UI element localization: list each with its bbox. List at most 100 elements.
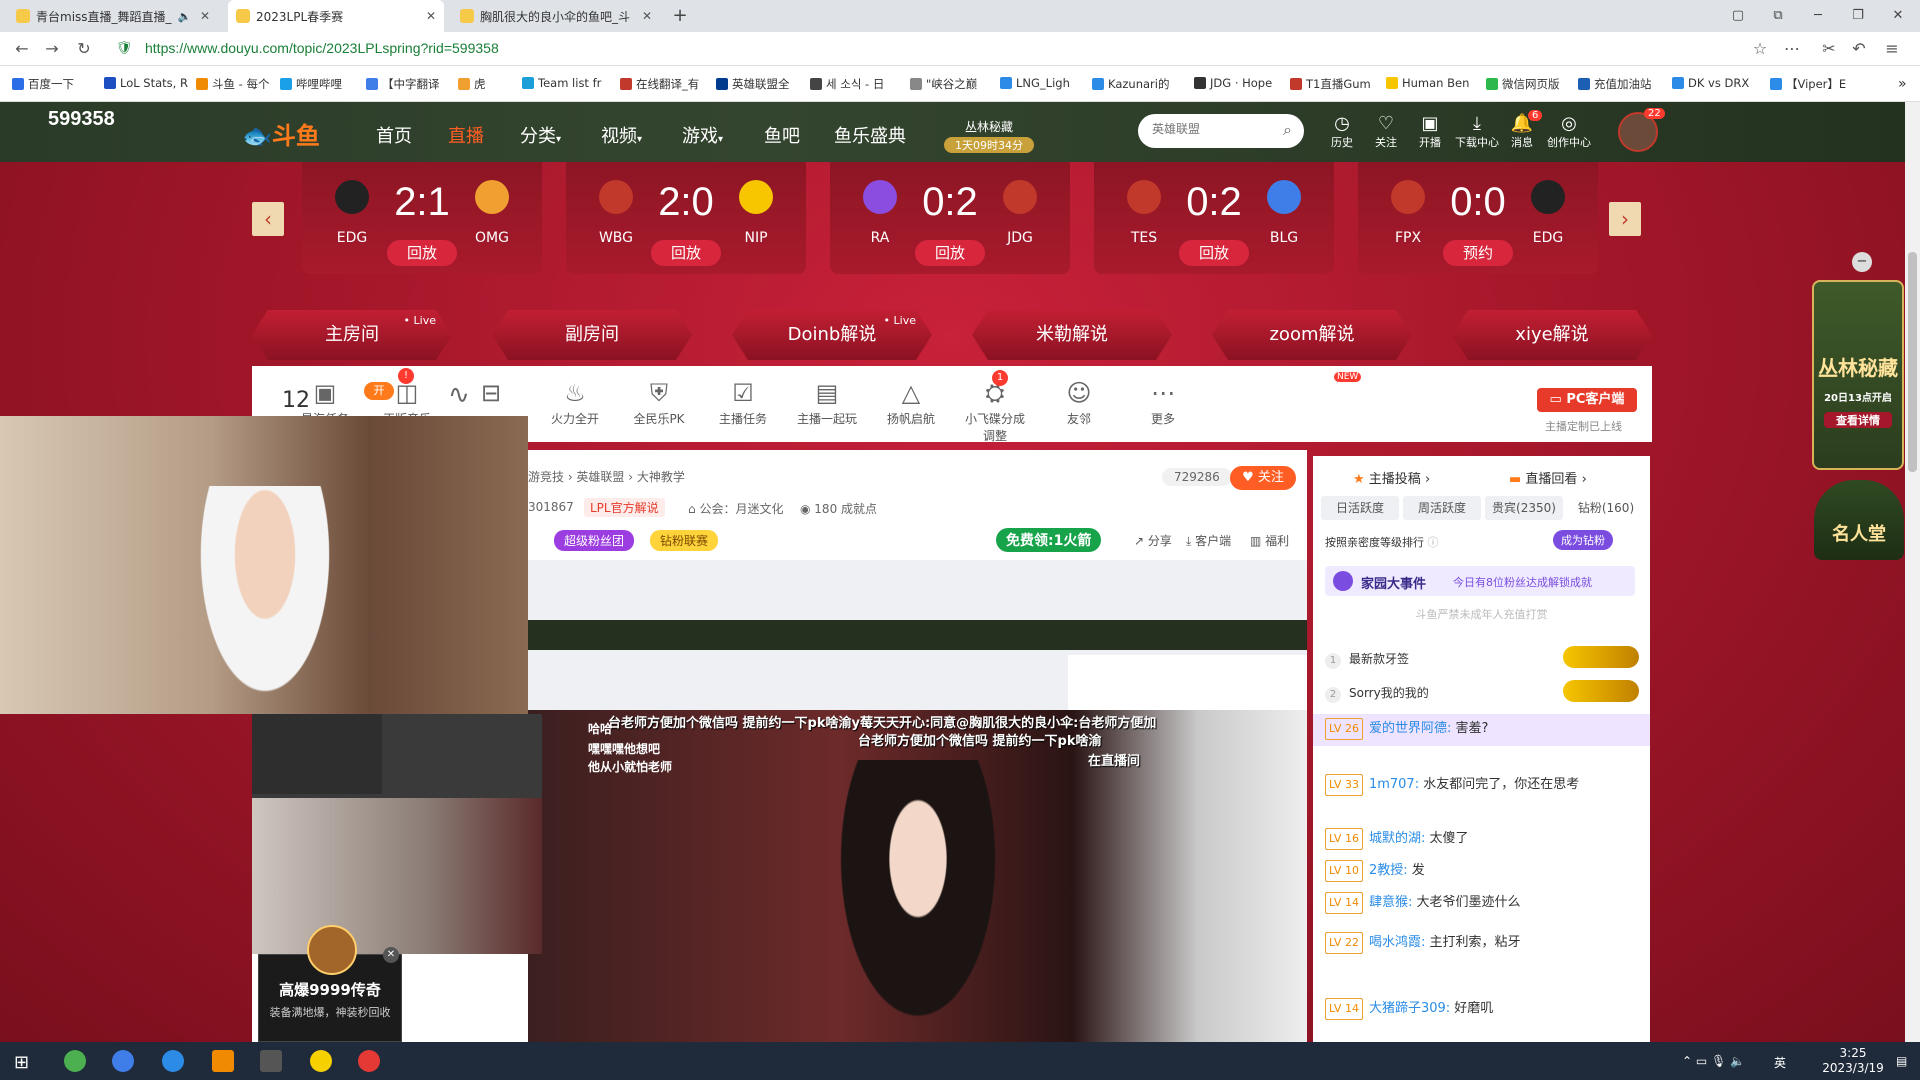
message-button[interactable]: 🔔 消息 6 <box>1502 110 1543 150</box>
close-icon[interactable]: ✕ <box>636 9 652 23</box>
folder-app-icon[interactable] <box>212 1050 234 1072</box>
collapse-icon[interactable]: − <box>1852 252 1872 272</box>
next-arrow-icon[interactable]: › <box>1609 202 1641 236</box>
ime-indicator[interactable]: 英 <box>1774 1054 1786 1071</box>
bookmark-item[interactable]: "峡谷之巅 <box>910 76 977 92</box>
menu-dots-icon[interactable]: ⋯ <box>1780 37 1804 61</box>
replay-button[interactable]: 回放 <box>915 240 985 266</box>
room-tab[interactable]: zoom解说 <box>1212 310 1412 360</box>
close-icon[interactable]: ✕ <box>194 9 210 23</box>
chat-username[interactable]: 爱的世界阿德: <box>1369 721 1451 736</box>
close-icon[interactable]: ✕ <box>383 947 399 963</box>
room-tab[interactable]: 主房间 • Live <box>252 310 452 360</box>
url-field[interactable]: https://www.douyu.com/topic/2023LPLsprin… <box>145 40 499 56</box>
douyu-logo[interactable]: 🐟斗鱼 <box>242 116 320 151</box>
bookmark-item[interactable]: Team list fr <box>522 76 601 90</box>
hamburger-icon[interactable]: ≡ <box>1880 37 1904 61</box>
scroll-thumb[interactable] <box>1908 252 1917 472</box>
close-icon[interactable]: ✕ <box>420 9 436 23</box>
back-icon[interactable]: ← <box>10 37 34 61</box>
notification-icon[interactable]: ▤ <box>1896 1054 1907 1068</box>
nav-festival[interactable]: 鱼乐盛典 <box>834 122 906 148</box>
search-input[interactable] <box>1152 122 1272 136</box>
bookmark-item[interactable]: LoL Stats, R <box>104 76 188 90</box>
replay-button[interactable]: 预约 <box>1443 240 1513 266</box>
browser-icon[interactable] <box>112 1050 134 1072</box>
tool-more[interactable]: ⋯ 更多 <box>1128 376 1198 427</box>
chat-username[interactable]: 城默的湖: <box>1369 831 1425 846</box>
window-app-icon[interactable] <box>260 1050 282 1072</box>
browser-tab[interactable]: 胸肌很大的良小伞的鱼吧_斗 ✕ <box>452 0 660 32</box>
rank-tab[interactable]: 日活跃度 <box>1321 496 1399 520</box>
tool-fire[interactable]: ♨ 火力全开 <box>540 376 610 427</box>
history-button[interactable]: ◷ 历史 <box>1322 114 1362 150</box>
forward-icon[interactable]: → <box>40 37 64 61</box>
become-diamond-button[interactable]: 成为钻粉 <box>1553 530 1613 550</box>
rank-tab[interactable]: 钻粉(160) <box>1567 496 1645 520</box>
new-tab-button[interactable]: + <box>665 4 695 28</box>
nav-video[interactable]: 视频▾ <box>601 122 642 148</box>
browser-tab[interactable]: 青台miss直播_舞蹈直播_ 🔈 ✕ <box>8 0 218 32</box>
nav-home[interactable]: 首页 <box>376 122 412 148</box>
room-tab[interactable]: 米勒解说 <box>972 310 1172 360</box>
prev-arrow-icon[interactable]: ‹ <box>252 202 284 236</box>
app-circle-icon[interactable] <box>310 1050 332 1072</box>
tool-anchor-task[interactable]: ☑ 主播任务 <box>708 376 778 427</box>
chat-username[interactable]: 肆意猴: <box>1369 895 1412 910</box>
bookmark-item[interactable]: 百度一下 <box>12 76 74 92</box>
replay-tab[interactable]: ▬ 直播回看 › <box>1509 468 1587 487</box>
bookmark-item[interactable]: 虎 <box>458 76 486 92</box>
welfare-button[interactable]: ▥ 福利 <box>1250 532 1289 549</box>
bookmark-item[interactable]: 세 소식 - 日 <box>810 76 884 92</box>
tool-pk[interactable]: ⛨ 全民乐PK <box>624 376 694 427</box>
minimize-button[interactable]: ─ <box>1803 4 1833 28</box>
rank-row[interactable]: 2 Sorry我的我的 <box>1325 684 1429 703</box>
side-banner-button[interactable]: 查看详情 <box>1824 412 1892 428</box>
follow-button[interactable]: ♥ 关注 <box>1230 466 1296 490</box>
tool-gift[interactable]: ⊟ <box>456 376 526 410</box>
bookmark-item[interactable]: 【Viper】E <box>1770 76 1846 92</box>
bookmark-item[interactable]: Kazunari的 <box>1092 76 1169 92</box>
bookmark-item[interactable]: DK vs DRX <box>1672 76 1749 90</box>
room-tab[interactable]: 副房间 <box>492 310 692 360</box>
windows-start-icon[interactable]: ⊞ <box>14 1052 29 1073</box>
hall-of-fame-banner[interactable]: 名人堂 <box>1814 480 1904 560</box>
reload-icon[interactable]: ↻ <box>72 37 96 61</box>
help-icon[interactable]: ⓘ <box>1428 536 1439 549</box>
room-tab[interactable]: xiye解说 <box>1452 310 1652 360</box>
client-button[interactable]: ⤓ 客户端 <box>1186 532 1231 549</box>
chat-username[interactable]: 2教授: <box>1369 863 1408 878</box>
tray-icons[interactable]: ⌃ ▭ 🎙 🔈 <box>1682 1054 1745 1068</box>
chat-username[interactable]: 喝水鸿霞: <box>1369 935 1425 950</box>
promo-badge[interactable]: 丛林秘藏 1天09时34分 <box>944 118 1034 153</box>
browser-tab-active[interactable]: 2023LPL春季赛 ✕ <box>228 0 444 32</box>
contribute-tab[interactable]: ★ 主播投稿 › <box>1353 468 1430 487</box>
tool-sail[interactable]: △ 扬帆启航 <box>876 376 946 427</box>
fan-group-button[interactable]: 超级粉丝团 <box>554 530 635 551</box>
bookmark-item[interactable]: 充值加油站 <box>1578 76 1652 92</box>
undo-icon[interactable]: ↶ <box>1847 37 1871 61</box>
bookmark-item[interactable]: JDG · Hope <box>1194 76 1272 90</box>
tool-friends[interactable]: ☺ 友邻 <box>1044 376 1114 427</box>
maximize-button[interactable]: ❐ <box>1843 4 1873 28</box>
breadcrumb[interactable]: 游竞技 › 英雄联盟 › 大神教学 <box>528 468 685 485</box>
replay-button[interactable]: 回放 <box>651 240 721 266</box>
bookmark-item[interactable]: LNG_Ligh <box>1000 76 1070 90</box>
avatar[interactable]: 22 <box>1618 108 1665 152</box>
search-box[interactable]: ⌕ <box>1138 114 1304 148</box>
side-promo-banner[interactable]: 丛林秘藏 20日13点开启 查看详情 <box>1812 280 1904 470</box>
nav-live[interactable]: 直播 <box>448 122 484 148</box>
bookmark-item[interactable]: 哔哩哔哩 <box>280 76 342 92</box>
diamond-league-button[interactable]: 钻粉联赛 <box>650 530 719 551</box>
clock[interactable]: 3:25 2023/3/19 <box>1818 1046 1888 1076</box>
replay-button[interactable]: 回放 <box>1179 240 1249 266</box>
bookmark-item[interactable]: 在线翻译_有 <box>620 76 699 92</box>
bookmark-item[interactable]: 【中字翻译 <box>366 76 440 92</box>
share-button[interactable]: ↗ 分享 <box>1134 532 1172 549</box>
follow-button[interactable]: ♡ 关注 <box>1366 114 1406 150</box>
game-ad[interactable]: ✕ 高爆9999传奇 装备满地爆，神装秒回收 <box>258 925 402 1042</box>
bookmark-item[interactable]: 斗鱼 - 每个 <box>196 76 269 92</box>
tool-play-together[interactable]: ▤ 主播一起玩 <box>792 376 862 427</box>
room-tab[interactable]: Doinb解说 • Live <box>732 310 932 360</box>
pc-client-button[interactable]: ▭ PC客户端 <box>1537 388 1637 412</box>
